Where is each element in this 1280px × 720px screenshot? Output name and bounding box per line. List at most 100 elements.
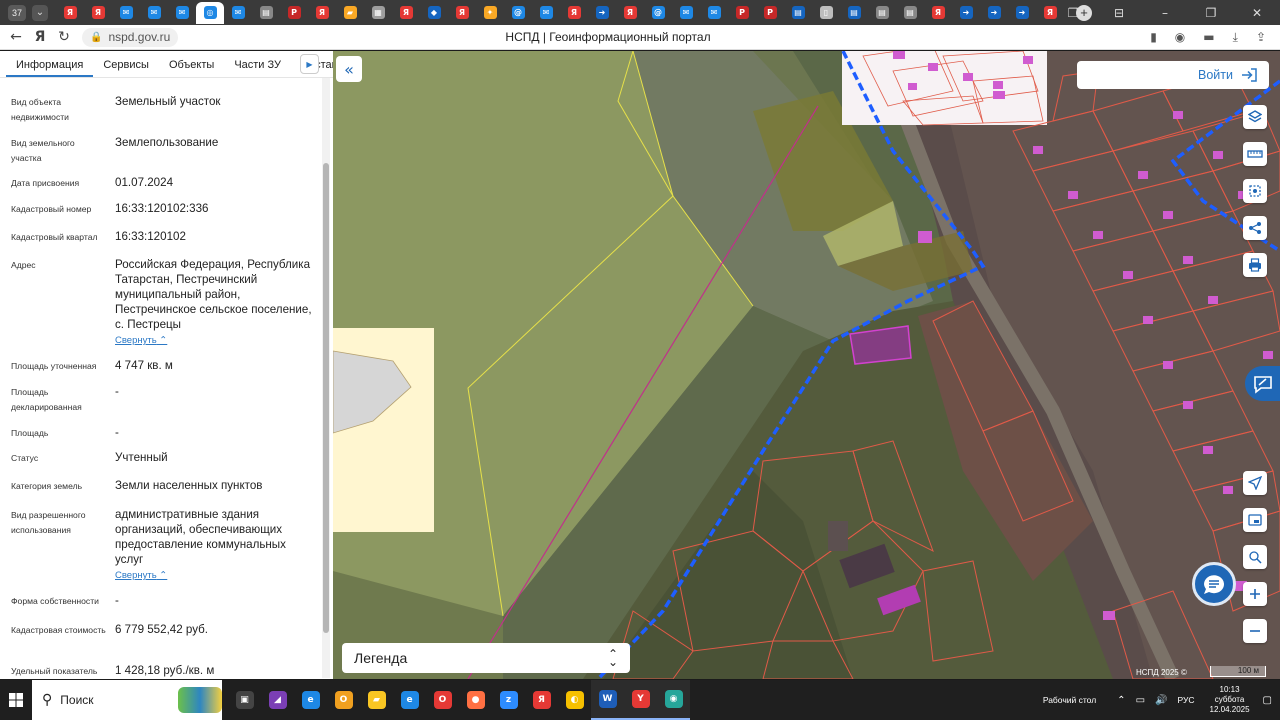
legend-select[interactable]: Легенда ⌃ ⌄ xyxy=(342,643,630,673)
browser-tab[interactable]: ▰ xyxy=(336,2,364,24)
collapse-panel-icon[interactable]: « xyxy=(336,56,362,82)
browser-tab[interactable]: ✉ xyxy=(168,2,196,24)
yandex-home-icon[interactable]: Я xyxy=(28,29,52,45)
network-icon[interactable]: ▭ xyxy=(1136,695,1145,706)
browser-tab[interactable]: ✉ xyxy=(112,2,140,24)
bookmark-bar-icon[interactable]: ⊟ xyxy=(1096,6,1142,20)
volume-icon[interactable]: 🔊 xyxy=(1155,695,1167,706)
browser-tab[interactable]: Я xyxy=(560,2,588,24)
ruler-icon[interactable] xyxy=(1243,142,1267,166)
browser-tab[interactable]: P xyxy=(728,2,756,24)
browser-tab[interactable]: ▦ xyxy=(364,2,392,24)
taskbar-app[interactable]: O xyxy=(426,680,459,720)
taskbar-app[interactable]: ◉ xyxy=(657,680,690,720)
taskbar-app[interactable]: ▰ xyxy=(360,680,393,720)
tab-objects[interactable]: Объекты xyxy=(159,59,224,77)
browser-tab[interactable]: Я xyxy=(84,2,112,24)
search-location-icon[interactable] xyxy=(1243,545,1267,569)
minimize-icon[interactable]: – xyxy=(1142,6,1188,20)
tab-information[interactable]: Информация xyxy=(6,59,94,77)
browser-tab[interactable]: ➜ xyxy=(980,2,1008,24)
tabs-manager-icon[interactable]: ❐ xyxy=(1050,6,1096,20)
browser-tab[interactable]: ▯ xyxy=(812,2,840,24)
layers-button[interactable] xyxy=(1243,105,1267,129)
taskbar-search[interactable]: ⚲ Поиск xyxy=(32,680,222,720)
reload-icon[interactable]: ↻ xyxy=(52,29,76,45)
browser-tab[interactable]: ✉ xyxy=(140,2,168,24)
browser-tab[interactable]: ▤ xyxy=(868,2,896,24)
browser-tab[interactable]: ✉ xyxy=(700,2,728,24)
bookmark-icon[interactable]: ▮ xyxy=(1150,30,1157,45)
minimap-icon[interactable] xyxy=(1243,508,1267,532)
browser-tab[interactable]: ✉ xyxy=(532,2,560,24)
browser-tab[interactable]: P xyxy=(280,2,308,24)
taskbar-app[interactable]: Y xyxy=(624,680,657,720)
tray-expand-icon[interactable]: ⌃ xyxy=(1117,695,1125,706)
collapse-address-link[interactable]: Свернуть ⌃ xyxy=(115,333,315,348)
close-window-icon[interactable]: ✕ xyxy=(1234,6,1280,20)
taskbar-app[interactable]: e xyxy=(393,680,426,720)
taskbar-app[interactable]: ◢ xyxy=(261,680,294,720)
taskbar-app[interactable]: e xyxy=(294,680,327,720)
taskbar-app[interactable]: ● xyxy=(459,680,492,720)
extension-icon[interactable]: ◉ xyxy=(1175,30,1185,45)
browser-tab[interactable]: ✦ xyxy=(476,2,504,24)
zoom-in-icon[interactable] xyxy=(1243,582,1267,606)
taskbar-app[interactable]: z xyxy=(492,680,525,720)
browser-tab[interactable]: Я xyxy=(448,2,476,24)
taskbar-app[interactable]: ▣ xyxy=(228,680,261,720)
chat-button[interactable] xyxy=(1192,562,1236,606)
browser-tab[interactable]: ◎ xyxy=(196,1,224,24)
browser-tab[interactable]: ▤ xyxy=(896,2,924,24)
select-area-icon[interactable] xyxy=(1243,179,1267,203)
gosuslugi-feedback-icon[interactable] xyxy=(1245,366,1280,401)
browser-tab[interactable]: @ xyxy=(504,2,532,24)
browser-tab[interactable]: ▤ xyxy=(252,2,280,24)
taskbar-app[interactable]: Я xyxy=(525,680,558,720)
print-icon[interactable] xyxy=(1243,253,1267,277)
download-icon[interactable]: ⤓ xyxy=(1233,30,1238,45)
tab-parcel-parts[interactable]: Части ЗУ xyxy=(224,59,291,77)
windows-start-button[interactable] xyxy=(0,680,32,720)
desktop-label[interactable]: Рабочий стол xyxy=(1043,695,1096,705)
share-icon[interactable]: ⇪ xyxy=(1256,30,1266,45)
browser-tab[interactable]: P xyxy=(756,2,784,24)
browser-tab[interactable]: ➜ xyxy=(1008,2,1036,24)
share-icon[interactable] xyxy=(1243,216,1267,240)
browser-tab[interactable]: Я xyxy=(392,2,420,24)
panel-scrollbar-thumb[interactable] xyxy=(323,163,329,633)
browser-tab[interactable]: ◆ xyxy=(420,2,448,24)
taskbar-app[interactable]: O xyxy=(327,680,360,720)
collapse-permitted-use-link[interactable]: Свернуть ⌃ xyxy=(115,568,315,583)
browser-tab[interactable]: ▤ xyxy=(784,2,812,24)
reader-icon[interactable]: ▬ xyxy=(1203,30,1214,45)
tab-count-badge[interactable]: 37 xyxy=(8,4,26,21)
browser-tab[interactable]: Я xyxy=(616,2,644,24)
browser-tab[interactable]: ➜ xyxy=(588,2,616,24)
maximize-icon[interactable]: ❐ xyxy=(1188,6,1234,20)
taskbar-app[interactable]: ◐ xyxy=(558,680,591,720)
tab-services[interactable]: Сервисы xyxy=(93,59,159,77)
url-field[interactable]: 🔒 nspd.gov.ru xyxy=(82,27,179,47)
app-icon: ◉ xyxy=(664,690,683,708)
taskbar-app[interactable]: W xyxy=(591,680,624,720)
clock[interactable]: 10:13 суббота 12.04.2025 xyxy=(1210,685,1250,715)
browser-tab[interactable]: ✉ xyxy=(672,2,700,24)
tab-menu-chevron-icon[interactable]: ⌄ xyxy=(32,4,48,21)
browser-tab[interactable]: ➜ xyxy=(952,2,980,24)
browser-tab[interactable]: Я xyxy=(56,2,84,24)
language-indicator[interactable]: РУС xyxy=(1177,695,1194,705)
browser-tab[interactable]: Я xyxy=(308,2,336,24)
browser-tab[interactable]: Я xyxy=(924,2,952,24)
back-arrow-icon[interactable]: ← xyxy=(4,29,28,45)
login-button[interactable]: Войти xyxy=(1077,61,1269,89)
browser-tab[interactable]: @ xyxy=(644,2,672,24)
notifications-icon[interactable]: ▢ xyxy=(1263,695,1272,706)
geolocation-icon[interactable] xyxy=(1243,471,1267,495)
map-view[interactable] xyxy=(333,51,1280,679)
panel-scrollbar[interactable] xyxy=(322,78,330,678)
tabs-scroll-right-icon[interactable]: ▶ xyxy=(300,54,319,74)
browser-tab[interactable]: ✉ xyxy=(224,2,252,24)
browser-tab[interactable]: ▤ xyxy=(840,2,868,24)
zoom-out-icon[interactable] xyxy=(1243,619,1267,643)
